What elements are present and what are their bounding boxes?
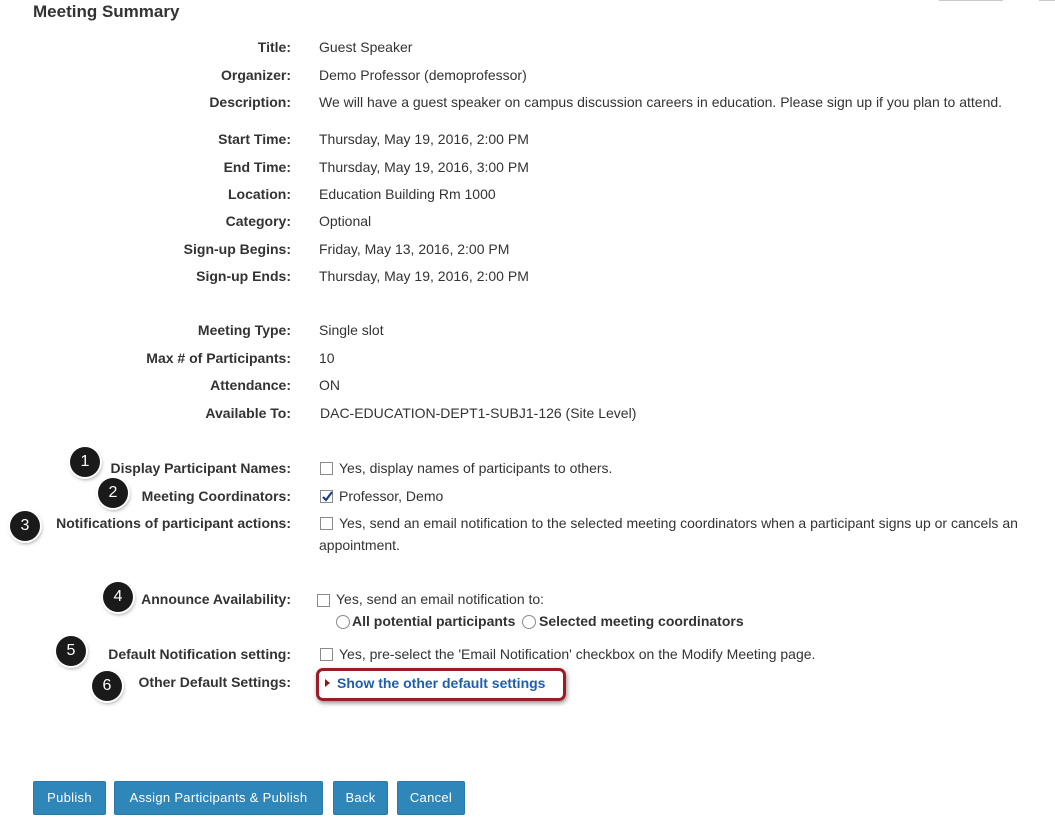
callout-4: 4 bbox=[103, 582, 133, 612]
attendance-label: Attendance: bbox=[210, 377, 291, 393]
top-divider bbox=[939, 0, 1003, 1]
max-participants-label: Max # of Participants: bbox=[146, 350, 291, 366]
signup-begins-value: Friday, May 13, 2016, 2:00 PM bbox=[319, 241, 510, 257]
publish-button[interactable]: Publish bbox=[33, 781, 106, 815]
max-participants-value: 10 bbox=[319, 350, 335, 366]
show-other-defaults-link[interactable]: Show the other default settings bbox=[337, 673, 545, 693]
display-names-checkbox[interactable] bbox=[320, 462, 333, 475]
row-start-time: Start Time: Thursday, May 19, 2016, 2:00… bbox=[0, 129, 1055, 149]
row-category: Category: Optional bbox=[0, 211, 1055, 231]
available-to-label: Available To: bbox=[205, 405, 291, 421]
radio-selected-coordinators[interactable] bbox=[522, 615, 536, 629]
signup-ends-value: Thursday, May 19, 2016, 2:00 PM bbox=[319, 268, 529, 284]
notifications-checkbox[interactable] bbox=[320, 517, 333, 530]
row-available-to: Available To: DAC-EDUCATION-DEPT1-SUBJ1-… bbox=[0, 403, 1055, 423]
row-default-notification: Default Notification setting: Yes, pre-s… bbox=[0, 644, 1055, 664]
title-value: Guest Speaker bbox=[319, 39, 413, 55]
display-names-label: Display Participant Names: bbox=[110, 460, 291, 476]
callout-2: 2 bbox=[98, 478, 128, 508]
organizer-label: Organizer: bbox=[220, 67, 291, 83]
available-to-value: DAC-EDUCATION-DEPT1-SUBJ1-126 (Site Leve… bbox=[320, 405, 637, 421]
description-label: Description: bbox=[209, 94, 291, 110]
signup-ends-label: Sign-up Ends: bbox=[196, 268, 291, 284]
category-label: Category: bbox=[225, 213, 291, 229]
row-signup-ends: Sign-up Ends: Thursday, May 19, 2016, 2:… bbox=[0, 266, 1055, 286]
announce-text: Yes, send an email notification to: bbox=[336, 591, 545, 607]
other-defaults-label: Other Default Settings: bbox=[138, 674, 291, 690]
row-coordinators: Meeting Coordinators: Professor, Demo bbox=[0, 486, 1055, 506]
start-time-label: Start Time: bbox=[218, 131, 291, 147]
end-time-label: End Time: bbox=[223, 159, 291, 175]
coordinators-label: Meeting Coordinators: bbox=[141, 488, 291, 504]
description-value: We will have a guest speaker on campus d… bbox=[319, 94, 1003, 110]
coordinators-checkbox[interactable] bbox=[320, 490, 333, 503]
title-label: Title: bbox=[257, 39, 291, 55]
radio-selected-label: Selected meeting coordinators bbox=[539, 613, 744, 629]
cancel-button[interactable]: Cancel bbox=[397, 781, 465, 815]
start-time-value: Thursday, May 19, 2016, 2:00 PM bbox=[319, 131, 529, 147]
row-description: Description: We will have a guest speake… bbox=[0, 92, 1055, 112]
meeting-type-label: Meeting Type: bbox=[197, 322, 291, 338]
assign-participants-publish-button[interactable]: Assign Participants & Publish bbox=[114, 781, 323, 815]
coordinators-text: Professor, Demo bbox=[339, 488, 444, 504]
row-display-names: Display Participant Names: Yes, display … bbox=[0, 458, 1055, 478]
announce-label: Announce Availability: bbox=[141, 591, 291, 607]
location-value: Education Building Rm 1000 bbox=[319, 186, 496, 202]
attendance-value: ON bbox=[319, 377, 340, 393]
expand-triangle-icon[interactable] bbox=[325, 679, 330, 687]
callout-3: 3 bbox=[10, 511, 40, 541]
default-notification-checkbox[interactable] bbox=[320, 648, 333, 661]
row-location: Location: Education Building Rm 1000 bbox=[0, 184, 1055, 204]
row-title: Title: Guest Speaker bbox=[0, 37, 1055, 57]
row-end-time: End Time: Thursday, May 19, 2016, 3:00 P… bbox=[0, 157, 1055, 177]
default-notification-label: Default Notification setting: bbox=[108, 646, 291, 662]
page-title: Meeting Summary bbox=[33, 2, 180, 21]
organizer-value: Demo Professor (demoprofessor) bbox=[319, 67, 527, 83]
callout-5: 5 bbox=[56, 636, 86, 666]
row-meeting-type: Meeting Type: Single slot bbox=[0, 320, 1055, 340]
top-divider-right bbox=[1039, 0, 1055, 1]
signup-begins-label: Sign-up Begins: bbox=[183, 241, 291, 257]
default-notification-text: Yes, pre-select the 'Email Notification'… bbox=[339, 646, 816, 662]
notifications-text-line2: appointment. bbox=[319, 537, 400, 553]
row-announce: Announce Availability: Yes, send an emai… bbox=[0, 589, 1055, 609]
location-label: Location: bbox=[228, 186, 291, 202]
announce-checkbox[interactable] bbox=[317, 594, 330, 607]
back-button[interactable]: Back bbox=[333, 781, 388, 815]
callout-6: 6 bbox=[92, 671, 122, 701]
row-signup-begins: Sign-up Begins: Friday, May 13, 2016, 2:… bbox=[0, 239, 1055, 259]
meeting-type-value: Single slot bbox=[319, 322, 384, 338]
checkmark-icon bbox=[322, 491, 333, 502]
row-notifications-cont: appointment. bbox=[0, 535, 1055, 555]
end-time-value: Thursday, May 19, 2016, 3:00 PM bbox=[319, 159, 529, 175]
radio-all-participants[interactable] bbox=[336, 615, 350, 629]
row-attendance: Attendance: ON bbox=[0, 375, 1055, 395]
row-notifications: Notifications of participant actions: Ye… bbox=[0, 513, 1055, 533]
notifications-label: Notifications of participant actions: bbox=[56, 515, 291, 531]
category-value: Optional bbox=[319, 213, 372, 229]
radio-all-label: All potential participants bbox=[352, 613, 516, 629]
display-names-text: Yes, display names of participants to ot… bbox=[339, 460, 613, 476]
notifications-text-line1: Yes, send an email notification to the s… bbox=[339, 515, 1018, 531]
row-organizer: Organizer: Demo Professor (demoprofessor… bbox=[0, 65, 1055, 85]
callout-1: 1 bbox=[70, 447, 100, 477]
row-max-participants: Max # of Participants: 10 bbox=[0, 348, 1055, 368]
row-announce-radios: All potential participants Selected meet… bbox=[0, 611, 1055, 631]
